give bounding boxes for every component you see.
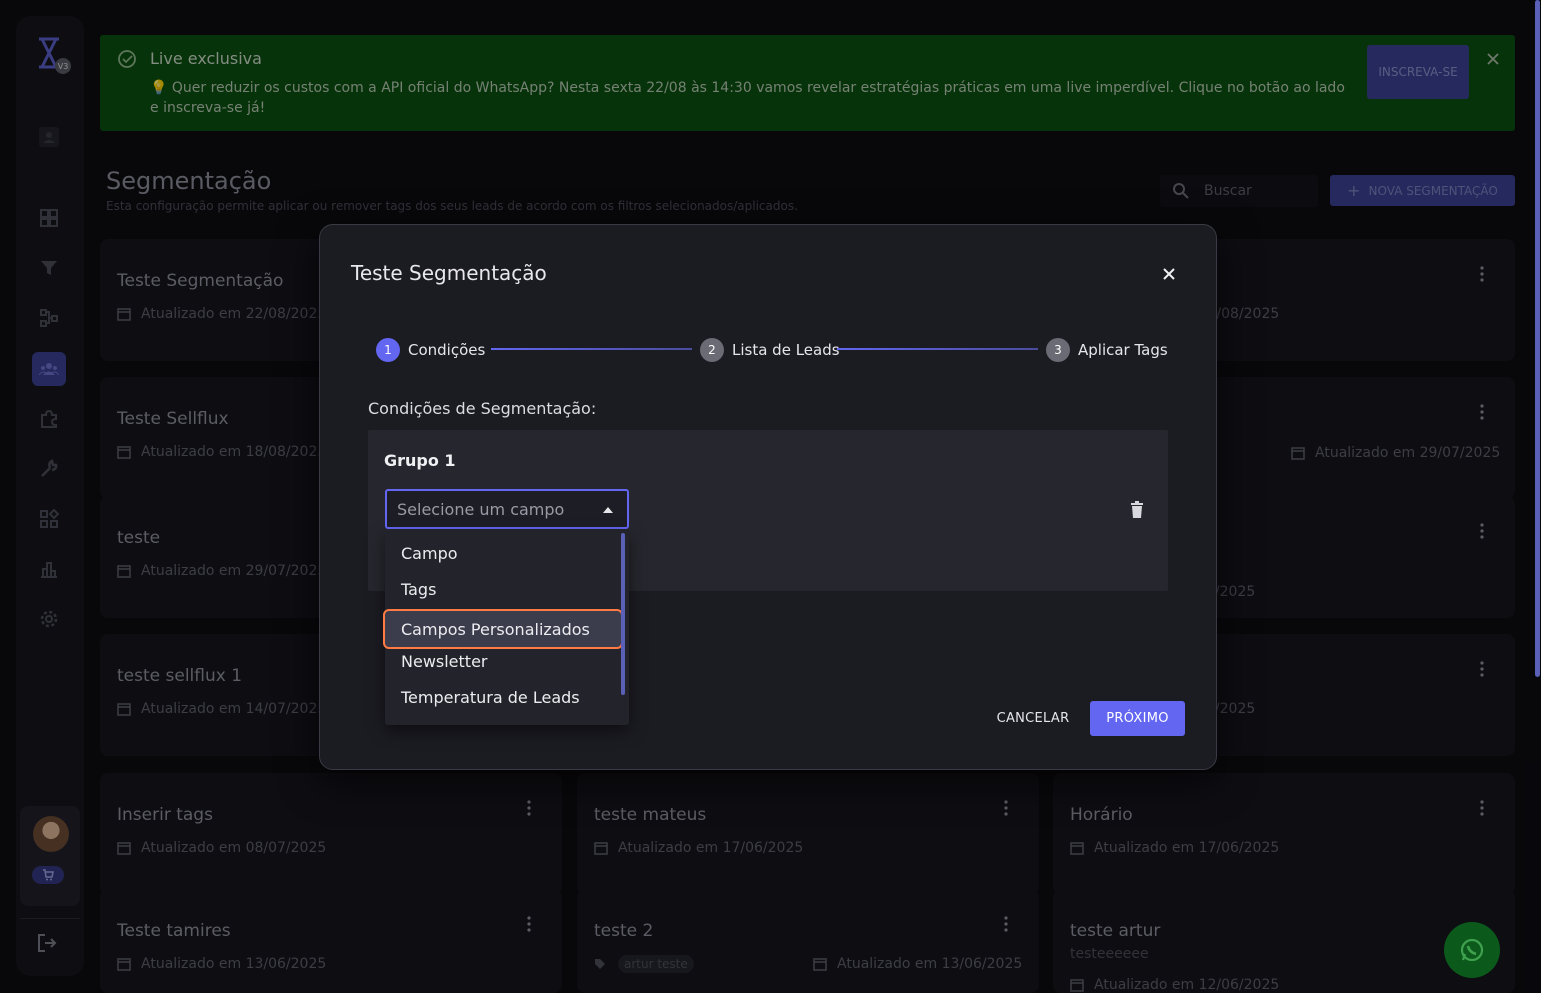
step-connector bbox=[491, 348, 692, 350]
step-number: 3 bbox=[1046, 338, 1070, 362]
group-title: Grupo 1 bbox=[384, 451, 456, 470]
option-campo[interactable]: Campo bbox=[385, 535, 621, 571]
step-number: 1 bbox=[376, 338, 400, 362]
step-apply-tags[interactable]: 3 Aplicar Tags bbox=[1046, 338, 1168, 362]
step-label: Aplicar Tags bbox=[1078, 341, 1168, 359]
field-select[interactable]: Selecione um campo bbox=[385, 489, 629, 529]
option-newsletter[interactable]: Newsletter bbox=[385, 643, 621, 679]
option-temperatura-de-leads[interactable]: Temperatura de Leads bbox=[385, 679, 621, 715]
next-button[interactable]: PRÓXIMO bbox=[1090, 701, 1185, 736]
step-label: Condições bbox=[408, 341, 486, 359]
step-conditions[interactable]: 1 Condições bbox=[376, 338, 485, 362]
close-icon[interactable] bbox=[1161, 266, 1177, 282]
field-options-menu: Campo Tags Campos Personalizados Newslet… bbox=[383, 531, 629, 725]
whatsapp-icon bbox=[1460, 938, 1484, 962]
section-label: Condições de Segmentação: bbox=[368, 399, 597, 418]
whatsapp-button[interactable] bbox=[1444, 922, 1500, 978]
caret-up-icon bbox=[603, 507, 613, 513]
segmentation-dialog: Teste Segmentação 1 Condições 2 Lista de… bbox=[319, 224, 1217, 770]
step-lead-list[interactable]: 2 Lista de Leads bbox=[700, 338, 840, 362]
cancel-button[interactable]: CANCELAR bbox=[988, 701, 1078, 736]
page-scrollbar[interactable] bbox=[1535, 0, 1540, 677]
step-connector bbox=[837, 348, 1038, 350]
field-select-placeholder: Selecione um campo bbox=[397, 499, 565, 519]
dialog-title: Teste Segmentação bbox=[351, 261, 547, 285]
dropdown-scrollbar[interactable] bbox=[621, 533, 625, 695]
option-tags[interactable]: Tags bbox=[385, 571, 621, 607]
step-number: 2 bbox=[700, 338, 724, 362]
trash-icon[interactable] bbox=[1130, 501, 1144, 519]
step-label: Lista de Leads bbox=[732, 341, 840, 359]
